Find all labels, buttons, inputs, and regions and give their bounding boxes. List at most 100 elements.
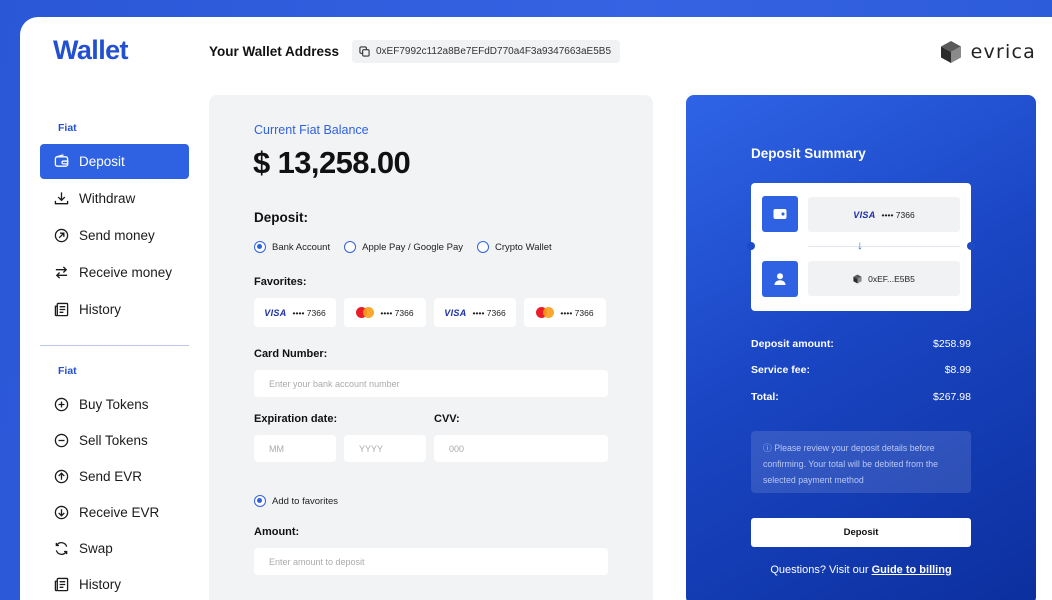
method-apple-google-pay[interactable]: Apple Pay / Google Pay (344, 241, 463, 253)
card-notch-right (967, 242, 975, 250)
cvv-input[interactable]: 000 (434, 435, 608, 462)
sidebar-item-send-money[interactable]: Send money (40, 218, 189, 253)
summary-row-total: Total: $267.98 (751, 391, 971, 403)
deposit-method-group: Bank Account Apple Pay / Google Pay Cryp… (254, 241, 552, 253)
card-digits: •••• 7366 (380, 307, 414, 318)
summary-row-label: Service fee: (751, 364, 810, 376)
deposit-button[interactable]: Deposit (751, 518, 971, 547)
document-icon (54, 577, 69, 592)
deposit-panel: Current Fiat Balance $ 13,258.00 Deposit… (209, 95, 653, 600)
card-number-label: Card Number: (254, 348, 328, 360)
favorite-card[interactable]: •••• 7366 (524, 298, 606, 327)
sidebar-section-fiat: Fiat (58, 122, 77, 134)
wallet-address-pill[interactable]: 0xEF7992c112a8Be7EFdD770a4F3a9347663aE5B… (352, 40, 620, 63)
wallet-address-label: Your Wallet Address (209, 44, 340, 59)
card-digits: •••• 7366 (472, 307, 506, 318)
app-logo: Wallet (53, 35, 129, 65)
billing-help: Questions? Visit our Guide to billing (686, 564, 1036, 576)
radio-icon[interactable] (344, 241, 357, 253)
sidebar-item-swap[interactable]: Swap (40, 531, 189, 566)
sidebar-divider (40, 345, 189, 346)
expiry-month-input[interactable]: MM (254, 435, 336, 462)
flow-divider (808, 246, 960, 247)
sidebar-item-label: History (79, 577, 122, 592)
brand-name: evrica (970, 41, 1036, 63)
review-note: ⓘ Please review your deposit details bef… (751, 431, 971, 493)
method-label: Apple Pay / Google Pay (362, 241, 463, 253)
summary-title: Deposit Summary (751, 146, 866, 161)
favorite-card[interactable]: •••• 7366 (344, 298, 426, 327)
arrow-down-icon: ↓ (857, 238, 863, 252)
sidebar-item-label: Receive money (79, 265, 173, 280)
evrica-cube-icon (940, 41, 961, 63)
visa-logo: VISA (444, 307, 467, 318)
add-favorites-label: Add to favorites (272, 495, 339, 507)
expiration-label: Expiration date: (254, 413, 338, 425)
sidebar-item-label: Sell Tokens (79, 433, 148, 448)
sidebar-item-token-history[interactable]: History (40, 567, 189, 600)
expiry-year-input[interactable]: YYYY (344, 435, 426, 462)
copy-icon[interactable] (359, 46, 370, 57)
cvv-label: CVV: (434, 413, 460, 425)
sidebar-item-withdraw[interactable]: Withdraw (40, 181, 189, 216)
method-bank-account[interactable]: Bank Account (254, 241, 330, 253)
deposit-summary-panel: Deposit Summary VISA •••• 7366 ↓ 0xEF...… (686, 95, 1036, 600)
swap-horizontal-icon (55, 266, 68, 279)
balance-label: Current Fiat Balance (254, 123, 369, 137)
sidebar-item-label: Deposit (79, 154, 125, 169)
balance-value: $ 13,258.00 (253, 145, 411, 180)
destination-address: 0xEF...E5B5 (868, 273, 915, 284)
sidebar-item-deposit[interactable]: Deposit (40, 144, 189, 179)
wallet-icon (54, 154, 69, 167)
arrow-up-circle-icon (54, 469, 69, 484)
visa-logo: VISA (853, 209, 876, 220)
radio-selected-icon[interactable] (254, 241, 266, 253)
download-icon (54, 192, 69, 205)
sidebar-item-buy-tokens[interactable]: Buy Tokens (40, 387, 189, 422)
source-card-pill: VISA •••• 7366 (808, 197, 960, 232)
radio-selected-icon[interactable] (254, 495, 266, 507)
transfer-flow-card: VISA •••• 7366 ↓ 0xEF...E5B5 (747, 183, 975, 311)
card-number-input[interactable]: Enter your bank account number (254, 370, 608, 397)
sidebar-item-label: Withdraw (79, 191, 136, 206)
radio-icon[interactable] (476, 241, 489, 253)
evrica-cube-icon (853, 274, 862, 283)
favorite-card[interactable]: VISA •••• 7366 (254, 298, 336, 327)
mastercard-logo-icon (536, 307, 555, 318)
card-notch-left (747, 242, 755, 250)
document-icon (54, 302, 69, 317)
summary-row-value: $8.99 (944, 364, 971, 376)
sidebar-item-label: Swap (79, 541, 113, 556)
review-note-text: Please review your deposit details befor… (763, 443, 939, 485)
sidebar-item-receive-evr[interactable]: Receive EVR (40, 495, 189, 530)
card-digits: •••• 7366 (560, 307, 594, 318)
sidebar-section-tokens: Fiat (58, 365, 77, 377)
refresh-icon (55, 542, 68, 555)
method-crypto-wallet[interactable]: Crypto Wallet (476, 241, 552, 253)
mastercard-logo-icon (356, 307, 375, 318)
app-window: Wallet Your Wallet Address 0xEF7992c112a… (20, 17, 1052, 600)
sidebar-item-history[interactable]: History (40, 292, 189, 327)
wallet-address-value: 0xEF7992c112a8Be7EFdD770a4F3a9347663aE5B… (376, 46, 611, 57)
brand: evrica (940, 40, 1036, 64)
sidebar-item-send-evr[interactable]: Send EVR (40, 459, 189, 494)
add-to-favorites-option[interactable]: Add to favorites (254, 495, 338, 507)
favorite-card[interactable]: VISA •••• 7366 (434, 298, 516, 327)
guide-to-billing-link[interactable]: Guide to billing (872, 564, 952, 576)
method-label: Bank Account (272, 241, 331, 253)
favorites-label: Favorites: (254, 276, 307, 288)
sidebar-item-label: Buy Tokens (79, 397, 149, 412)
arrow-up-right-circle-icon (54, 228, 69, 243)
amount-label: Amount: (254, 526, 300, 538)
minus-circle-icon (54, 433, 69, 448)
visa-logo: VISA (264, 307, 287, 318)
amount-input[interactable]: Enter amount to deposit (254, 548, 608, 575)
summary-row-service-fee: Service fee: $8.99 (751, 364, 971, 376)
source-card-digits: •••• 7366 (881, 209, 915, 220)
destination-address-pill: 0xEF...E5B5 (808, 261, 960, 296)
source-wallet-badge (762, 196, 798, 232)
arrow-down-circle-icon (54, 505, 69, 520)
sidebar-item-receive-money[interactable]: Receive money (40, 255, 189, 290)
deposit-title: Deposit: (254, 210, 308, 225)
sidebar-item-sell-tokens[interactable]: Sell Tokens (40, 423, 189, 458)
